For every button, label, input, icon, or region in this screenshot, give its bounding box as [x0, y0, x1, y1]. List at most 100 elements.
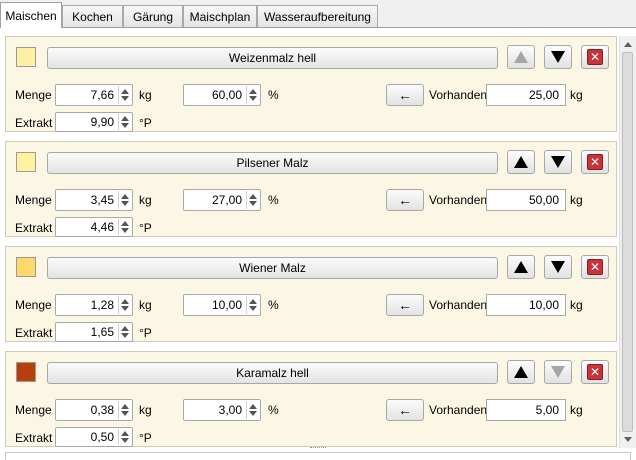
spin-arrows[interactable]: [118, 191, 131, 209]
extrakt-unit: °P: [139, 221, 152, 235]
extrakt-spinbox[interactable]: 9,90: [55, 112, 133, 132]
spin-down-icon[interactable]: [249, 411, 257, 416]
vertical-scrollbar[interactable]: [619, 36, 636, 448]
arrow-up-icon: [514, 261, 528, 273]
delete-button[interactable]: ✕: [581, 150, 609, 174]
spin-down-icon[interactable]: [121, 123, 129, 128]
spin-arrows[interactable]: [118, 401, 131, 419]
malt-color-swatch[interactable]: [16, 257, 36, 277]
spin-up-icon[interactable]: [249, 89, 257, 94]
spin-up-icon[interactable]: [249, 194, 257, 199]
delete-button[interactable]: ✕: [581, 255, 609, 279]
extrakt-spinbox[interactable]: 1,65: [55, 322, 133, 342]
spin-arrows[interactable]: [246, 401, 259, 419]
malt-select-button[interactable]: Karamalz hell: [47, 362, 498, 384]
vorhanden-unit: kg: [570, 193, 583, 207]
spin-arrows[interactable]: [118, 86, 131, 104]
malt-color-swatch[interactable]: [16, 152, 36, 172]
spin-down-icon[interactable]: [121, 228, 129, 233]
menge-spinbox[interactable]: 3,45: [55, 189, 133, 211]
spin-arrows[interactable]: [118, 296, 131, 314]
delete-button[interactable]: ✕: [581, 360, 609, 384]
spin-down-icon[interactable]: [121, 438, 129, 443]
take-remaining-button[interactable]: ←: [386, 84, 424, 106]
malt-color-swatch[interactable]: [16, 362, 36, 382]
arrow-down-icon: [551, 261, 565, 273]
move-down-button[interactable]: [544, 360, 572, 384]
menge-label: Menge: [15, 298, 52, 312]
malt-select-button[interactable]: Wiener Malz: [47, 257, 498, 279]
menge-spinbox[interactable]: 7,66: [55, 84, 133, 106]
move-up-button[interactable]: [507, 255, 535, 279]
tab-label: Maischplan: [189, 9, 251, 24]
spin-up-icon[interactable]: [121, 194, 129, 199]
tab-maischplan[interactable]: Maischplan: [183, 5, 257, 27]
spin-down-icon[interactable]: [121, 333, 129, 338]
tab-maischen[interactable]: Maischen: [0, 2, 62, 28]
spin-up-icon[interactable]: [249, 299, 257, 304]
spin-arrows[interactable]: [118, 219, 131, 235]
vorhanden-label: Vorhanden: [429, 298, 488, 312]
spin-up-icon[interactable]: [121, 404, 129, 409]
extrakt-value: 1,65: [90, 325, 114, 339]
tab-label: Kochen: [72, 9, 113, 24]
move-up-button[interactable]: [507, 360, 535, 384]
spin-down-icon[interactable]: [249, 306, 257, 311]
menge-spinbox[interactable]: 1,28: [55, 294, 133, 316]
prozent-spinbox[interactable]: 27,00: [183, 189, 261, 211]
tab-kochen[interactable]: Kochen: [62, 5, 123, 27]
spin-up-icon[interactable]: [121, 116, 129, 121]
spin-down-icon[interactable]: [249, 201, 257, 206]
menge-unit: kg: [139, 88, 152, 102]
malt-name: Pilsener Malz: [236, 156, 309, 170]
move-up-button[interactable]: [507, 150, 535, 174]
scroll-down-icon[interactable]: [624, 437, 632, 442]
arrow-up-icon: [514, 156, 528, 168]
vorhanden-input[interactable]: 10,00: [486, 294, 566, 316]
scroll-thumb[interactable]: [622, 52, 633, 432]
spin-up-icon[interactable]: [121, 221, 129, 226]
vorhanden-input[interactable]: 25,00: [486, 84, 566, 106]
spin-down-icon[interactable]: [249, 96, 257, 101]
spin-up-icon[interactable]: [121, 326, 129, 331]
malt-color-swatch[interactable]: [16, 47, 36, 67]
malt-select-button[interactable]: Pilsener Malz: [47, 152, 498, 174]
move-down-button[interactable]: [544, 255, 572, 279]
spin-arrows[interactable]: [246, 191, 259, 209]
spin-down-icon[interactable]: [121, 96, 129, 101]
spin-up-icon[interactable]: [121, 431, 129, 436]
spin-arrows[interactable]: [118, 429, 131, 445]
vorhanden-input[interactable]: 5,00: [486, 399, 566, 421]
spin-down-icon[interactable]: [121, 201, 129, 206]
prozent-spinbox[interactable]: 60,00: [183, 84, 261, 106]
vorhanden-label: Vorhanden: [429, 88, 488, 102]
menge-spinbox[interactable]: 0,38: [55, 399, 133, 421]
take-remaining-button[interactable]: ←: [386, 399, 424, 421]
move-up-button[interactable]: [507, 45, 535, 69]
prozent-spinbox[interactable]: 3,00: [183, 399, 261, 421]
spin-down-icon[interactable]: [121, 411, 129, 416]
spin-arrows[interactable]: [118, 324, 131, 340]
spin-down-icon[interactable]: [121, 306, 129, 311]
delete-icon: ✕: [587, 259, 603, 275]
prozent-spinbox[interactable]: 10,00: [183, 294, 261, 316]
spin-arrows[interactable]: [246, 86, 259, 104]
malt-select-button[interactable]: Weizenmalz hell: [47, 47, 498, 69]
extrakt-spinbox[interactable]: 4,46: [55, 217, 133, 237]
spin-up-icon[interactable]: [121, 299, 129, 304]
tab-gaerung[interactable]: Gärung: [123, 5, 183, 27]
spin-up-icon[interactable]: [249, 404, 257, 409]
move-down-button[interactable]: [544, 45, 572, 69]
spin-up-icon[interactable]: [121, 89, 129, 94]
move-down-button[interactable]: [544, 150, 572, 174]
take-remaining-button[interactable]: ←: [386, 294, 424, 316]
tab-wasseraufbereitung[interactable]: Wasseraufbereitung: [257, 5, 378, 27]
scroll-up-icon[interactable]: [624, 42, 632, 47]
vorhanden-input[interactable]: 50,00: [486, 189, 566, 211]
spin-arrows[interactable]: [246, 296, 259, 314]
delete-button[interactable]: ✕: [581, 45, 609, 69]
spin-arrows[interactable]: [118, 114, 131, 130]
extrakt-label: Extrakt: [15, 116, 53, 130]
extrakt-spinbox[interactable]: 0,50: [55, 427, 133, 447]
take-remaining-button[interactable]: ←: [386, 189, 424, 211]
